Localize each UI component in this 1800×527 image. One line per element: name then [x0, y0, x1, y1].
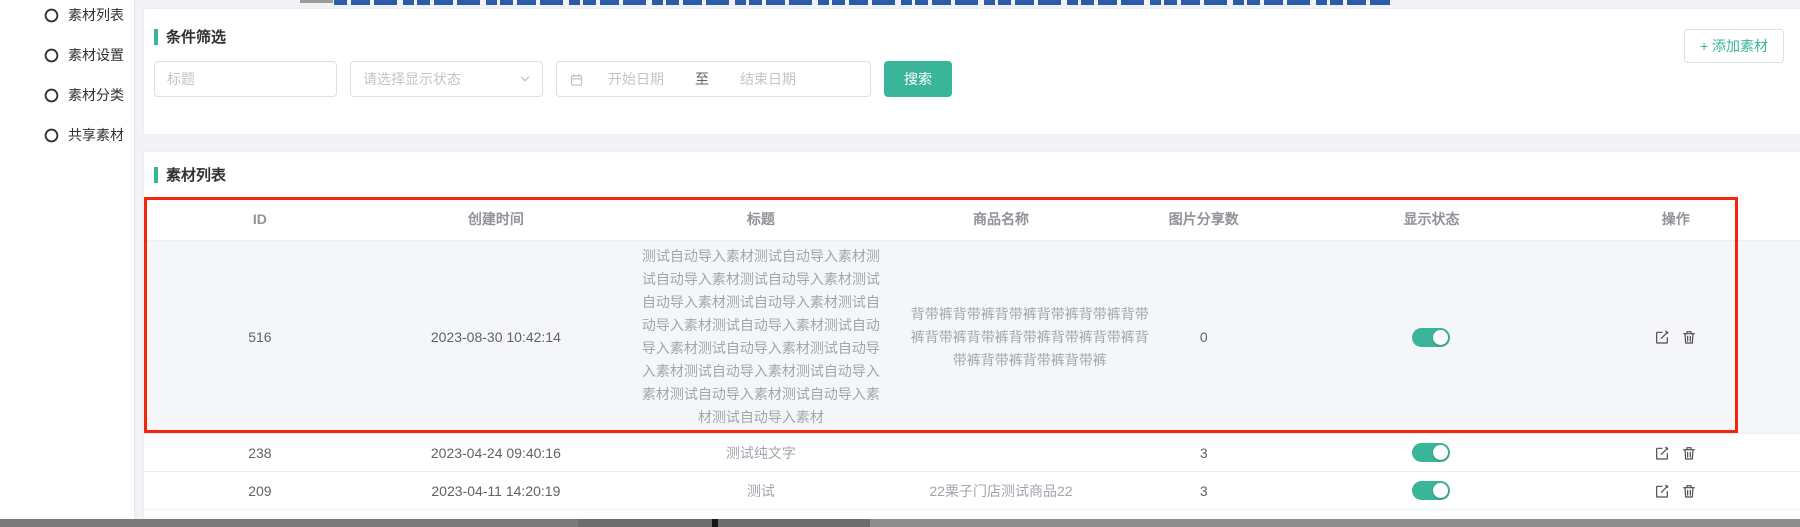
search-button[interactable]: 搜索	[884, 61, 952, 97]
sidebar-item-label: 素材列表	[68, 5, 124, 25]
cell-id: 238	[144, 445, 376, 461]
bottom-bar-notch	[712, 519, 718, 527]
cell-created-time: 2023-08-30 10:42:14	[376, 329, 616, 345]
table-row: 2092023-04-11 14:20:19测试22栗子门店测试商品223	[144, 472, 1800, 510]
cell-title: 测试自动导入素材测试自动导入素材测试自动导入素材测试自动导入素材测试自动导入素材…	[616, 245, 906, 429]
cell-actions	[1552, 329, 1800, 345]
delete-icon[interactable]	[1681, 445, 1697, 461]
cell-display-status	[1311, 481, 1551, 500]
sidebar-item-label: 共享素材	[68, 125, 124, 145]
edit-icon[interactable]	[1654, 329, 1670, 345]
sidebar-item[interactable]: 共享素材	[0, 115, 134, 155]
sidebar: 素材列表素材设置素材分类共享素材	[0, 0, 135, 519]
circle-icon	[44, 128, 59, 143]
cell-product-name: 22栗子门店测试商品22	[906, 481, 1096, 501]
filter-section-title: 条件筛选	[166, 26, 226, 47]
table-header-row: ID创建时间标题商品名称图片分享数显示状态操作	[144, 197, 1800, 241]
sidebar-item[interactable]: 素材设置	[0, 35, 134, 75]
date-range-picker[interactable]: 开始日期 至 结束日期	[556, 61, 871, 97]
clipped-blue-text-strip	[334, 0, 1390, 5]
cell-id: 516	[144, 329, 376, 345]
edit-icon[interactable]	[1654, 445, 1670, 461]
circle-icon	[44, 8, 59, 23]
title-input[interactable]: 标题	[154, 61, 337, 97]
sidebar-item[interactable]: 素材列表	[0, 0, 134, 35]
cell-share-count: 0	[1096, 329, 1311, 345]
list-section-title: 素材列表	[166, 164, 226, 185]
filter-controls: 标题 请选择显示状态 开始日期 至 结束日期 搜索	[154, 61, 952, 97]
edit-icon[interactable]	[1654, 483, 1670, 499]
column-header: 图片分享数	[1096, 209, 1311, 229]
table-row: 2382023-04-24 09:40:16测试纯文字 3	[144, 434, 1800, 472]
cell-actions	[1552, 445, 1800, 461]
column-header: 创建时间	[376, 209, 616, 229]
toggle-knob	[1433, 483, 1448, 498]
delete-icon[interactable]	[1681, 329, 1697, 345]
column-header: 显示状态	[1311, 209, 1551, 229]
section-marker-bar	[154, 29, 158, 45]
date-range-separator: 至	[682, 69, 722, 89]
list-section-header: 素材列表	[154, 164, 226, 185]
section-marker-bar	[154, 167, 158, 183]
add-material-button[interactable]: + 添加素材	[1684, 29, 1784, 63]
table-row: 5162023-08-30 10:42:14测试自动导入素材测试自动导入素材测试…	[144, 241, 1800, 434]
display-status-toggle[interactable]	[1412, 443, 1450, 462]
material-table: ID创建时间标题商品名称图片分享数显示状态操作 5162023-08-30 10…	[144, 197, 1800, 510]
filter-section-header: 条件筛选	[154, 26, 226, 47]
end-date-placeholder: 结束日期	[722, 69, 814, 89]
material-list-section: 素材列表 ID创建时间标题商品名称图片分享数显示状态操作 5162023-08-…	[143, 151, 1800, 519]
display-status-toggle[interactable]	[1412, 481, 1450, 500]
cell-display-status	[1311, 328, 1551, 347]
column-header: ID	[144, 211, 376, 227]
start-date-placeholder: 开始日期	[590, 69, 682, 89]
status-select-placeholder: 请选择显示状态	[363, 69, 461, 89]
cell-share-count: 3	[1096, 445, 1311, 461]
circle-icon	[44, 88, 59, 103]
bottom-bar-segment	[578, 519, 870, 527]
cell-share-count: 3	[1096, 483, 1311, 499]
sidebar-item[interactable]: 素材分类	[0, 75, 134, 115]
window-bottom-bar	[0, 519, 1800, 527]
calendar-icon	[569, 72, 584, 87]
toggle-knob	[1433, 445, 1448, 460]
delete-icon[interactable]	[1681, 483, 1697, 499]
display-status-toggle[interactable]	[1412, 328, 1450, 347]
cell-created-time: 2023-04-11 14:20:19	[376, 483, 616, 499]
cell-title: 测试	[616, 481, 906, 501]
column-header: 操作	[1552, 209, 1800, 229]
clipped-top-fragment	[300, 0, 333, 3]
cell-product-name: 背带裤背带裤背带裤背带裤背带裤背带裤背带裤背带裤背带裤背带裤背带裤背带裤背带裤背…	[906, 303, 1096, 372]
chevron-down-icon	[518, 72, 532, 86]
cell-display-status	[1311, 443, 1551, 462]
cell-title: 测试纯文字	[616, 443, 906, 463]
column-header: 标题	[616, 209, 906, 229]
bottom-bar-segment	[870, 519, 1800, 527]
display-status-select[interactable]: 请选择显示状态	[350, 61, 543, 97]
circle-icon	[44, 48, 59, 63]
sidebar-item-label: 素材分类	[68, 85, 124, 105]
title-input-placeholder: 标题	[167, 69, 195, 89]
filter-section: 条件筛选 + 添加素材 标题 请选择显示状态 开始日期 至 结束日期 搜索	[143, 8, 1800, 135]
cell-id: 209	[144, 483, 376, 499]
cell-actions	[1552, 483, 1800, 499]
column-header: 商品名称	[906, 209, 1096, 229]
toggle-knob	[1433, 330, 1448, 345]
cell-created-time: 2023-04-24 09:40:16	[376, 445, 616, 461]
sidebar-item-label: 素材设置	[68, 45, 124, 65]
app-window: 素材列表素材设置素材分类共享素材 条件筛选 + 添加素材 标题 请选择显示状态 …	[0, 0, 1800, 527]
